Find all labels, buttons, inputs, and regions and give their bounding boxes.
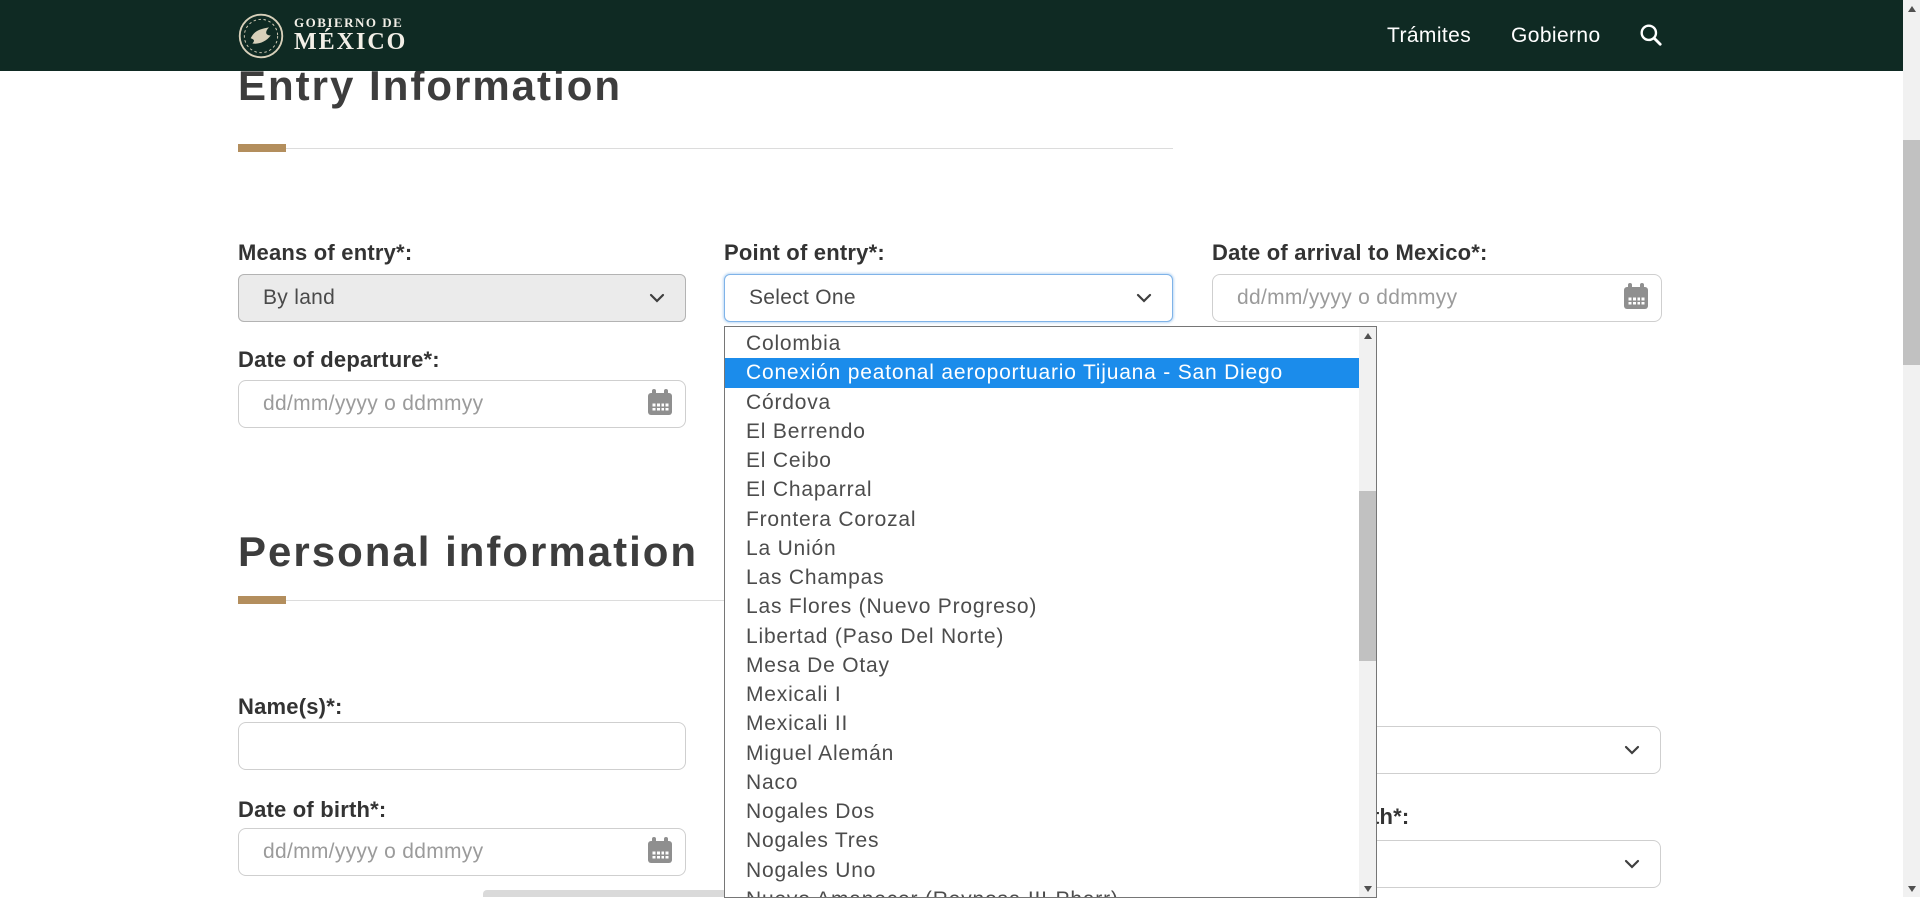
personal-section-gold-accent (238, 596, 286, 604)
triangle-down-icon (1908, 886, 1916, 892)
date-of-arrival-field (1212, 274, 1662, 322)
dropdown-option[interactable]: Mexicali II (725, 709, 1359, 738)
chevron-down-icon (1136, 293, 1152, 303)
dropdown-option[interactable]: Libertad (Paso Del Norte) (725, 622, 1359, 651)
calendar-icon[interactable] (1624, 287, 1648, 309)
entry-section-gold-accent (238, 144, 286, 152)
dropdown-option[interactable]: Mesa De Otay (725, 651, 1359, 680)
date-of-arrival-input[interactable] (1212, 274, 1662, 322)
logo-line1: GOBIERNO DE (294, 16, 407, 30)
dropdown-option[interactable]: Nogales Uno (725, 856, 1359, 885)
point-of-entry-select[interactable]: Select One (724, 274, 1173, 322)
right-column-label-fragment: th*: (1372, 804, 1409, 830)
dropdown-option[interactable]: Miguel Alemán (725, 739, 1359, 768)
entry-section-divider (238, 148, 1173, 149)
date-of-birth-field (238, 828, 686, 876)
search-icon[interactable] (1638, 22, 1664, 48)
means-of-entry-select[interactable]: By land (238, 274, 686, 322)
triangle-up-icon (1908, 6, 1916, 12)
means-of-entry-label: Means of entry*: (238, 240, 412, 266)
dropdown-option[interactable]: El Ceibo (725, 446, 1359, 475)
logo-line2: MÉXICO (294, 30, 407, 55)
calendar-icon[interactable] (648, 393, 672, 415)
calendar-icon[interactable] (648, 841, 672, 863)
date-of-arrival-label: Date of arrival to Mexico*: (1212, 240, 1488, 266)
date-of-birth-label: Date of birth*: (238, 797, 386, 823)
point-of-entry-listbox: ColombiaConexión peatonal aeroportuario … (725, 329, 1359, 898)
point-of-entry-value: Select One (749, 286, 856, 310)
dropdown-option[interactable]: Las Champas (725, 563, 1359, 592)
dropdown-option[interactable]: Las Flores (Nuevo Progreso) (725, 592, 1359, 621)
chevron-down-icon (649, 293, 665, 303)
date-of-departure-label: Date of departure*: (238, 347, 440, 373)
triangle-down-icon (1364, 886, 1372, 892)
gobierno-de-mexico-logo[interactable]: GOBIERNO DE MÉXICO (238, 11, 407, 60)
dropdown-option[interactable]: Córdova (725, 388, 1359, 417)
point-of-entry-label: Point of entry*: (724, 240, 885, 266)
dropdown-option[interactable]: Colombia (725, 329, 1359, 358)
point-of-entry-dropdown: ColombiaConexión peatonal aeroportuario … (724, 326, 1377, 898)
dropdown-option[interactable]: Conexión peatonal aeroportuario Tijuana … (725, 358, 1359, 387)
chevron-down-icon (1624, 745, 1640, 755)
names-field (238, 722, 686, 770)
date-of-departure-field (238, 380, 686, 428)
personal-information-title: Personal information (238, 528, 698, 576)
dropdown-option[interactable]: El Berrendo (725, 417, 1359, 446)
nav-link-gobierno[interactable]: Gobierno (1511, 0, 1601, 71)
means-of-entry-value: By land (263, 286, 335, 310)
chevron-down-icon (1624, 859, 1640, 869)
scroll-down-button[interactable] (1359, 880, 1376, 897)
page-scrollbar[interactable] (1903, 0, 1920, 897)
partially-visible-element (483, 890, 727, 897)
page-scrollbar-thumb[interactable] (1903, 140, 1920, 365)
names-label: Name(s)*: (238, 694, 343, 720)
dropdown-option[interactable]: Frontera Corozal (725, 505, 1359, 534)
scroll-up-button[interactable] (1359, 327, 1376, 344)
dropdown-option[interactable]: Nogales Dos (725, 797, 1359, 826)
dropdown-option[interactable]: Naco (725, 768, 1359, 797)
date-of-departure-input[interactable] (238, 380, 686, 428)
triangle-up-icon (1364, 333, 1372, 339)
dropdown-scrollbar-thumb[interactable] (1359, 491, 1376, 661)
date-of-birth-input[interactable] (238, 828, 686, 876)
dropdown-option[interactable]: La Unión (725, 534, 1359, 563)
dropdown-scrollbar[interactable] (1359, 327, 1376, 897)
mexico-eagle-seal-icon (238, 13, 284, 59)
dropdown-option[interactable]: Nuevo Amanecer (Reynosa III-Pharr) (725, 885, 1359, 898)
dropdown-option[interactable]: Mexicali I (725, 680, 1359, 709)
page-scroll-up-button[interactable] (1903, 0, 1920, 17)
page-scroll-down-button[interactable] (1903, 880, 1920, 897)
names-input[interactable] (238, 722, 686, 770)
dropdown-option[interactable]: El Chaparral (725, 475, 1359, 504)
dropdown-option[interactable]: Nogales Tres (725, 826, 1359, 855)
nav-link-tramites[interactable]: Trámites (1387, 0, 1471, 71)
top-header-bar: GOBIERNO DE MÉXICO Trámites Gobierno (0, 0, 1920, 71)
